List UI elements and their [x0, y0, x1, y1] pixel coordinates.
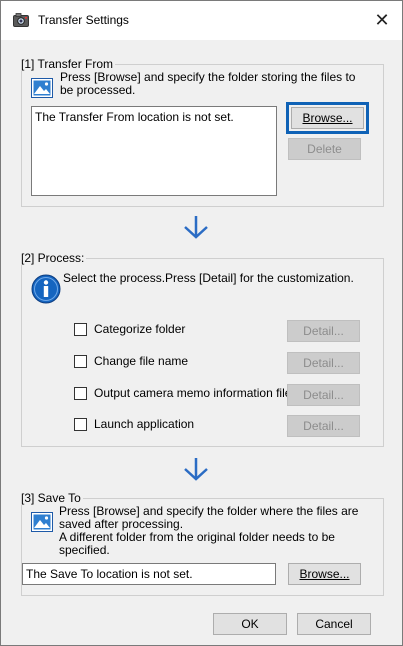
- save-to-group: [3] Save To Press [Browse] and specify t…: [21, 491, 384, 596]
- change-file-name-checkbox-row[interactable]: Change file name: [74, 354, 274, 369]
- process-label: [2] Process:: [21, 251, 87, 265]
- transfer-from-description: Press [Browse] and specify the folder st…: [60, 70, 356, 97]
- cancel-button[interactable]: Cancel: [297, 613, 371, 635]
- info-icon: [31, 274, 61, 304]
- launch-application-detail-button[interactable]: Detail...: [287, 415, 360, 437]
- categorize-folder-checkbox[interactable]: [74, 323, 87, 336]
- image-folder-icon: [31, 512, 53, 532]
- launch-application-checkbox-row[interactable]: Launch application: [74, 417, 274, 432]
- save-to-location-text: The Save To location is not set.: [26, 567, 193, 581]
- save-to-description: Press [Browse] and specify the folder wh…: [59, 504, 359, 557]
- close-icon: ✕: [374, 10, 390, 30]
- down-arrow-icon: [184, 216, 208, 239]
- process-group: [2] Process: Select the process.Press [D…: [21, 251, 384, 447]
- launch-application-checkbox[interactable]: [74, 418, 87, 431]
- change-file-name-checkbox[interactable]: [74, 355, 87, 368]
- change-file-name-label: Change file name: [94, 354, 189, 368]
- ok-button[interactable]: OK: [213, 613, 287, 635]
- change-file-name-detail-button[interactable]: Detail...: [287, 352, 360, 374]
- output-memo-checkbox-row[interactable]: Output camera memo information file: [74, 386, 291, 401]
- transfer-settings-window: Transfer Settings ✕ [1] Transfer From Pr…: [0, 0, 403, 646]
- camera-icon: [13, 13, 29, 27]
- output-memo-label: Output camera memo information file: [94, 386, 292, 400]
- launch-application-label: Launch application: [94, 417, 195, 431]
- transfer-from-location-text: The Transfer From location is not set.: [35, 110, 234, 124]
- output-memo-checkbox[interactable]: [74, 387, 87, 400]
- transfer-from-location-box: The Transfer From location is not set.: [31, 106, 277, 196]
- save-to-label: [3] Save To: [21, 491, 83, 505]
- save-to-browse-button[interactable]: Browse...: [288, 563, 361, 585]
- title-bar: Transfer Settings ✕: [1, 1, 402, 40]
- categorize-folder-label: Categorize folder: [94, 322, 186, 336]
- categorize-folder-checkbox-row[interactable]: Categorize folder: [74, 322, 274, 337]
- transfer-from-label: [1] Transfer From: [21, 57, 116, 71]
- process-description: Select the process.Press [Detail] for th…: [63, 271, 354, 285]
- down-arrow-icon: [184, 458, 208, 481]
- window-title: Transfer Settings: [38, 13, 129, 27]
- transfer-from-delete-button[interactable]: Delete: [288, 138, 361, 160]
- save-to-location-box: The Save To location is not set.: [22, 563, 276, 585]
- transfer-from-browse-button[interactable]: Browse...: [286, 102, 369, 134]
- categorize-folder-detail-button[interactable]: Detail...: [287, 320, 360, 342]
- output-memo-detail-button[interactable]: Detail...: [287, 384, 360, 406]
- transfer-from-group: [1] Transfer From Press [Browse] and spe…: [21, 57, 384, 207]
- image-folder-icon: [31, 78, 53, 98]
- close-button[interactable]: ✕: [362, 1, 402, 40]
